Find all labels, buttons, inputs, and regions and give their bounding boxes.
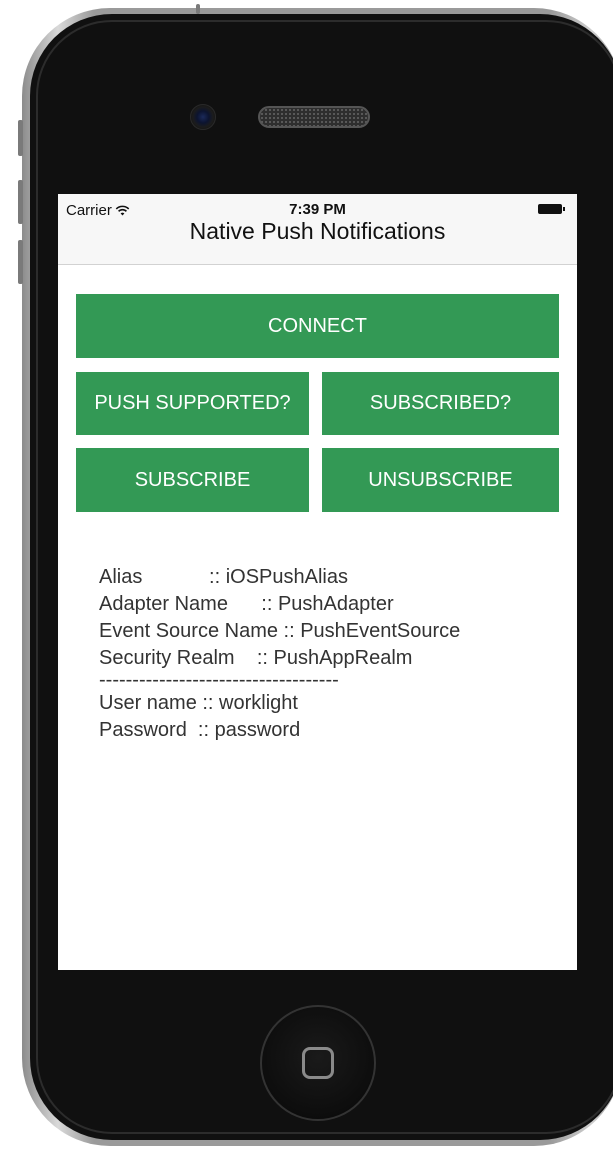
mute-switch: [18, 120, 23, 156]
subscribed-button[interactable]: SUBSCRIBED?: [322, 372, 559, 435]
user-name-line: User name :: worklight: [99, 692, 298, 714]
password-line: Password :: password: [99, 719, 301, 741]
status-time: 7:39 PM: [289, 201, 346, 218]
connection-info: Alias :: iOSPushAlias Adapter Name :: Pu…: [99, 564, 460, 744]
sleep-button: [196, 4, 200, 14]
alias-line: Alias :: iOSPushAlias: [99, 566, 348, 588]
status-bar: Carrier 7:39 PM: [58, 194, 577, 234]
front-camera-icon: [190, 104, 216, 130]
security-realm-line: Security Realm :: PushAppRealm: [99, 647, 413, 669]
connect-button[interactable]: CONNECT: [76, 294, 559, 358]
subscribe-button[interactable]: SUBSCRIBE: [76, 448, 309, 512]
volume-down-button: [18, 240, 23, 284]
event-source-name-line: Event Source Name :: PushEventSource: [99, 620, 461, 642]
earpiece-speaker-icon: [258, 106, 370, 128]
battery-icon: [538, 204, 565, 214]
app-screen: Native Push Notifications Carrier 7:39 P…: [58, 194, 577, 970]
simulator-stage: Native Push Notifications Carrier 7:39 P…: [0, 0, 613, 1154]
home-button[interactable]: [260, 1005, 376, 1121]
volume-up-button: [18, 180, 23, 224]
home-square-icon: [302, 1047, 334, 1079]
unsubscribe-button[interactable]: UNSUBSCRIBE: [322, 448, 559, 512]
push-supported-button[interactable]: PUSH SUPPORTED?: [76, 372, 309, 435]
separator-line: ------------------------------------: [99, 669, 339, 691]
adapter-name-line: Adapter Name :: PushAdapter: [99, 593, 394, 615]
